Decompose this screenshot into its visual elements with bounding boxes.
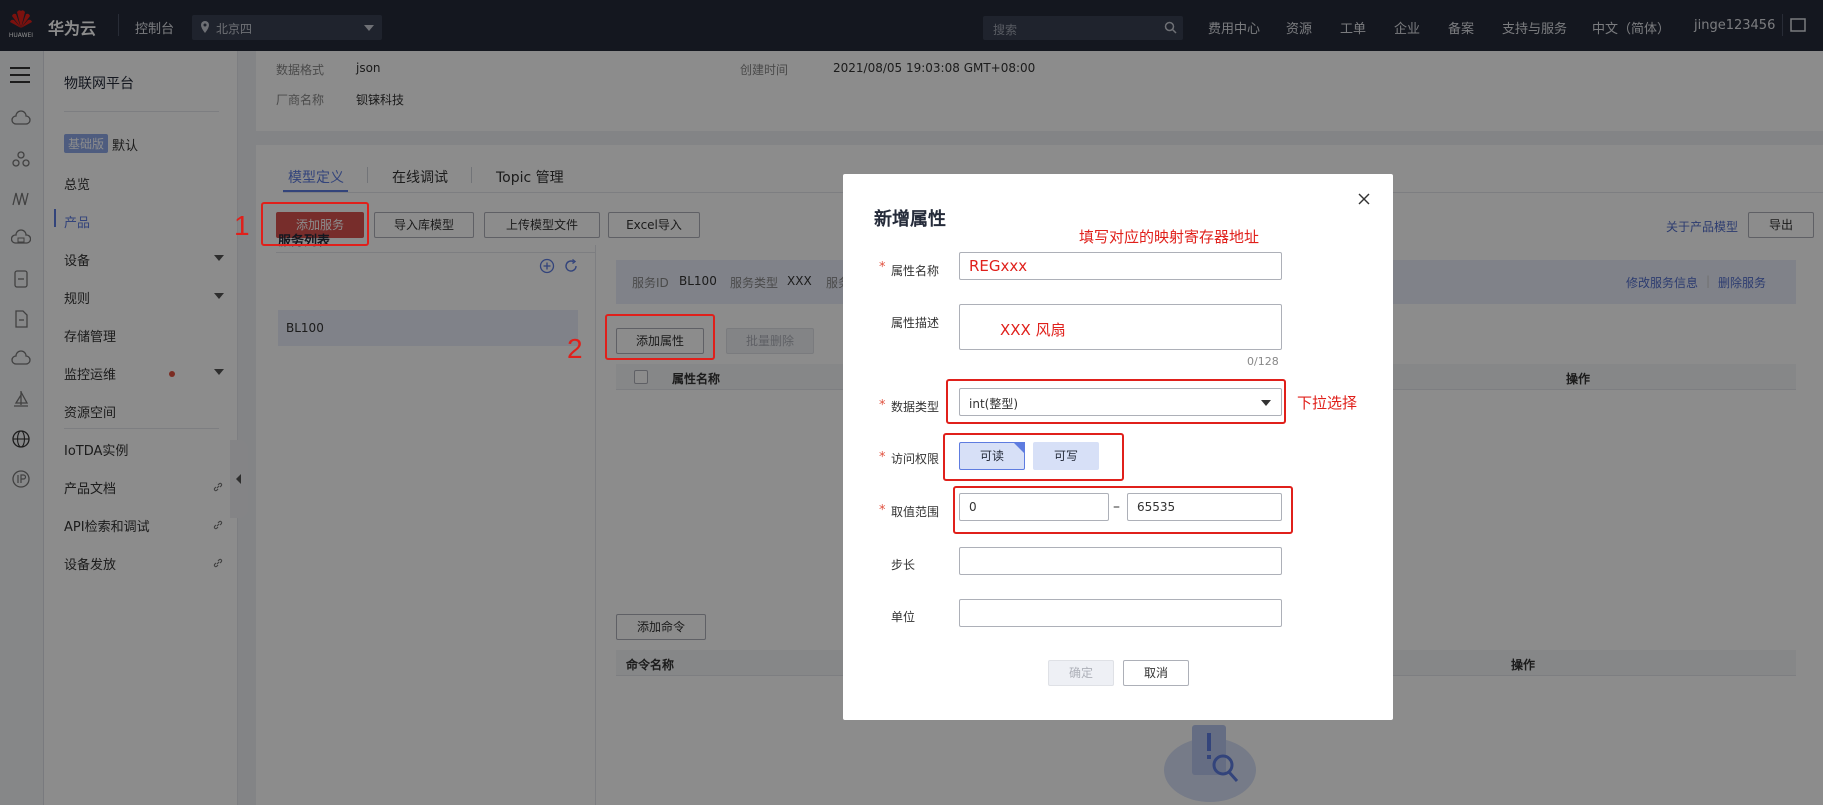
dialog-title: 新增属性: [874, 209, 946, 230]
annotation-box-add-service: [261, 202, 369, 246]
annotation-box-range: [953, 486, 1293, 534]
required-mark: *: [879, 398, 886, 413]
annotation-hint-mapping: 填写对应的映射寄存器地址: [1079, 228, 1260, 246]
property-name-input[interactable]: REGxxx: [959, 252, 1282, 280]
property-desc-label: 属性描述: [891, 316, 940, 330]
property-name-label: 属性名称: [891, 264, 940, 278]
required-mark: *: [879, 503, 886, 518]
unit-label: 单位: [891, 610, 916, 624]
char-counter: 0/128: [1247, 355, 1279, 368]
required-mark: *: [879, 450, 886, 465]
annotation-box-access: [943, 433, 1124, 481]
annotation-box-data-type: [946, 379, 1286, 424]
annotation-number-2: 2: [567, 333, 583, 364]
confirm-button[interactable]: 确定: [1048, 660, 1114, 686]
data-type-label: 数据类型: [891, 400, 940, 414]
cancel-button[interactable]: 取消: [1123, 660, 1189, 686]
annotation-box-add-property: [605, 314, 715, 360]
range-label: 取值范围: [891, 505, 940, 519]
annotation-number-1: 1: [234, 210, 250, 241]
close-icon[interactable]: [1357, 192, 1371, 206]
required-mark: *: [879, 260, 886, 275]
unit-input[interactable]: [959, 599, 1282, 627]
access-label: 访问权限: [891, 452, 940, 466]
property-desc-value: XXX 风扇: [1000, 321, 1066, 339]
step-input[interactable]: [959, 547, 1282, 575]
property-desc-textarea[interactable]: XXX 风扇: [959, 304, 1282, 350]
annotation-hint-dropdown: 下拉选择: [1297, 394, 1358, 412]
property-name-value: REGxxx: [969, 257, 1028, 275]
step-label: 步长: [891, 558, 916, 572]
